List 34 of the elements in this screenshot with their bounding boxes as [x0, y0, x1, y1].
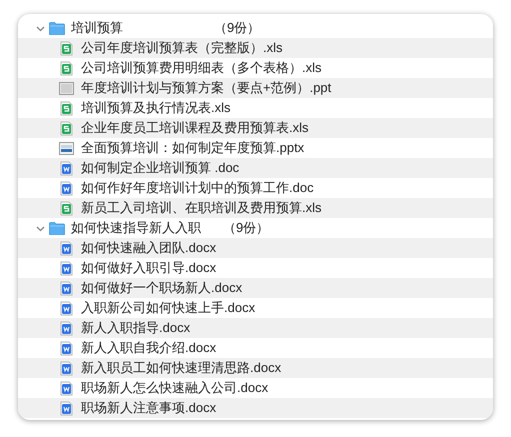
slideshow-icon	[59, 142, 74, 154]
document-icon	[60, 320, 73, 336]
file-count: （9份）	[214, 19, 260, 38]
slide-icon	[59, 82, 74, 94]
file-name[interactable]: 入职新公司如何快速上手.docx	[81, 298, 256, 318]
spreadsheet-icon	[60, 120, 73, 136]
file-name[interactable]: 培训预算及执行情况表.xls	[81, 98, 230, 118]
document-icon	[60, 240, 73, 256]
file-name[interactable]: 新人入职自我介绍.docx	[81, 338, 216, 358]
file-name[interactable]: 如何做好入职引导.docx	[81, 258, 216, 278]
document-icon	[60, 340, 73, 356]
spreadsheet-icon	[60, 40, 73, 56]
document-icon	[60, 160, 73, 176]
document-icon	[60, 260, 73, 276]
spreadsheet-icon	[60, 100, 73, 116]
document-icon	[60, 380, 73, 396]
folder-name[interactable]: 如何快速指导新人入职	[71, 218, 223, 238]
folder-icon	[49, 222, 65, 234]
file-name[interactable]: 职场新人怎么快速融入公司.docx	[81, 378, 268, 398]
spreadsheet-icon	[60, 60, 73, 76]
document-icon	[60, 180, 73, 196]
disclosure-chevron-icon[interactable]	[36, 224, 45, 232]
disclosure-chevron-icon[interactable]	[36, 24, 45, 32]
file-name[interactable]: 全面预算培训：如何制定年度预算.pptx	[81, 138, 304, 158]
file-count: （9份）	[223, 219, 270, 238]
document-icon	[60, 280, 73, 296]
document-icon	[60, 400, 73, 416]
file-name[interactable]: 如何作好年度培训计划中的预算工作.doc	[81, 178, 314, 198]
spreadsheet-icon	[60, 200, 73, 216]
folder-name[interactable]: 培训预算	[71, 18, 214, 38]
document-icon	[60, 300, 73, 316]
document-icon	[60, 360, 73, 376]
file-name[interactable]: 公司培训预算费用明细表（多个表格）.xls	[81, 58, 322, 78]
folder-icon	[49, 22, 65, 34]
